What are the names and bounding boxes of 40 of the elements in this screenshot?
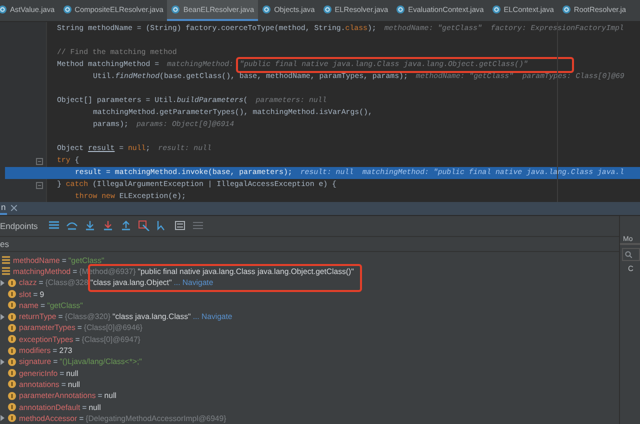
class-icon bbox=[492, 5, 501, 14]
step-over-icon[interactable] bbox=[66, 220, 78, 232]
field-icon bbox=[8, 301, 16, 310]
class-icon bbox=[396, 5, 406, 14]
panel-title: es bbox=[0, 238, 9, 249]
close-icon[interactable] bbox=[10, 205, 17, 212]
variable-icon bbox=[2, 256, 10, 264]
field-icon bbox=[8, 324, 16, 332]
class-icon bbox=[262, 5, 272, 14]
field-icon bbox=[8, 346, 16, 355]
field-icon bbox=[8, 414, 16, 422]
toolbar-label[interactable]: Endpoints bbox=[0, 220, 38, 231]
class-icon bbox=[171, 5, 180, 14]
step-out-icon[interactable] bbox=[120, 220, 132, 232]
expand-arrow-icon[interactable] bbox=[0, 280, 5, 286]
field-icon bbox=[8, 380, 16, 388]
fold-icon[interactable] bbox=[36, 158, 43, 166]
search-icon bbox=[625, 250, 632, 258]
expand-arrow-icon[interactable] bbox=[0, 415, 5, 422]
search-field[interactable] bbox=[622, 248, 640, 261]
variable-icon bbox=[2, 267, 10, 276]
debug-tab[interactable]: n bbox=[0, 201, 7, 216]
field-icon bbox=[8, 392, 16, 400]
fold-icon[interactable] bbox=[36, 182, 43, 190]
field-icon bbox=[8, 335, 16, 344]
lines-icon[interactable] bbox=[48, 220, 60, 232]
expand-arrow-icon[interactable] bbox=[0, 314, 5, 320]
field-icon bbox=[8, 369, 16, 378]
field-icon bbox=[8, 403, 16, 412]
class-icon bbox=[322, 5, 332, 14]
class-icon bbox=[0, 5, 7, 14]
field-icon bbox=[8, 290, 16, 298]
class-icon bbox=[62, 5, 72, 14]
field-icon bbox=[8, 312, 16, 321]
field-icon bbox=[8, 278, 16, 287]
list-icon[interactable] bbox=[192, 220, 204, 232]
field-icon bbox=[8, 358, 16, 366]
class-icon bbox=[562, 5, 571, 14]
expand-arrow-icon[interactable] bbox=[0, 358, 5, 365]
step-into-icon[interactable] bbox=[84, 220, 96, 232]
